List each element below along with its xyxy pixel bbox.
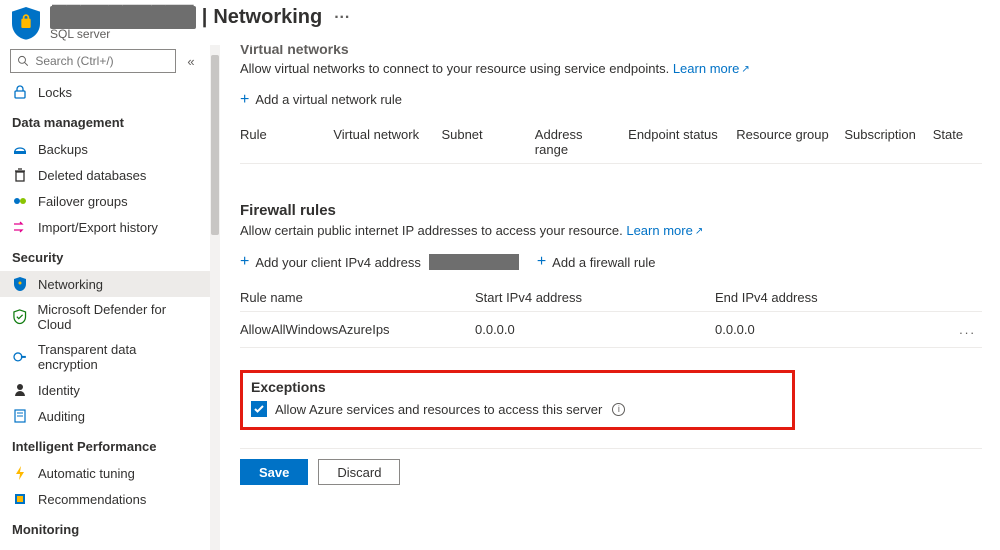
sidebar-item-label: Failover groups (38, 194, 128, 209)
sidebar-item-label: Microsoft Defender for Cloud (37, 302, 198, 332)
vnet-section-desc: Allow virtual networks to connect to you… (240, 61, 982, 76)
search-icon (17, 54, 29, 68)
sidebar-item-label: Import/Export history (38, 220, 158, 235)
sidebar-item-label: Transparent data encryption (38, 342, 198, 372)
section-security: Security (0, 240, 210, 271)
rule-name-cell: AllowAllWindowsAzureIps (240, 322, 475, 337)
bolt-icon (12, 465, 28, 481)
allow-azure-services-checkbox[interactable] (251, 401, 267, 417)
plus-icon: + (240, 255, 249, 269)
add-client-ip-button[interactable]: + Add your client IPv4 address (240, 254, 519, 270)
sidebar-item-identity[interactable]: Identity (0, 377, 210, 403)
sidebar-item-locks[interactable]: Locks (0, 79, 210, 105)
vnet-table-header: Rule Virtual network Subnet Address rang… (240, 121, 982, 164)
scrollbar-thumb[interactable] (211, 55, 219, 235)
discard-button[interactable]: Discard (318, 459, 400, 485)
external-link-icon: ↗ (695, 226, 703, 237)
sidebar-item-label: Auditing (38, 409, 85, 424)
plus-icon: + (240, 93, 249, 107)
sql-server-shield-icon (12, 9, 40, 39)
import-export-icon (12, 219, 28, 235)
exceptions-section: Exceptions Allow Azure services and reso… (240, 370, 795, 430)
sidebar-item-label: Locks (38, 85, 72, 100)
sidebar-nav: Locks Data management Backups Deleted da… (0, 79, 210, 550)
trash-icon (12, 167, 28, 183)
exceptions-title: Exceptions (251, 379, 784, 395)
vnet-learn-more-link[interactable]: Learn more↗ (673, 61, 750, 76)
sidebar-item-label: Deleted databases (38, 168, 146, 183)
row-more-button[interactable]: ... (959, 322, 982, 337)
firewall-section-title: Firewall rules (240, 202, 982, 219)
info-icon[interactable]: i (612, 403, 625, 416)
auditing-icon (12, 408, 28, 424)
footer-bar: Save Discard (240, 448, 982, 485)
failover-icon (12, 193, 28, 209)
plus-icon: + (537, 255, 546, 269)
sidebar-item-backups[interactable]: Backups (0, 136, 210, 162)
sidebar-item-networking[interactable]: Networking (0, 271, 210, 297)
identity-icon (12, 382, 28, 398)
collapse-sidebar-button[interactable]: « (182, 54, 200, 69)
networking-shield-icon (12, 276, 28, 292)
section-intelligent-performance: Intelligent Performance (0, 429, 210, 460)
lock-icon (12, 84, 28, 100)
page-title: Networking (213, 6, 322, 29)
sidebar-scrollbar[interactable] (210, 45, 220, 550)
sidebar-item-tde[interactable]: Transparent data encryption (0, 337, 210, 377)
sidebar-search[interactable] (10, 49, 176, 73)
section-data-management: Data management (0, 105, 210, 136)
sidebar-item-deleted-databases[interactable]: Deleted databases (0, 162, 210, 188)
sidebar-item-label: Recommendations (38, 492, 146, 507)
vnet-section-title: Virtual networks (240, 45, 982, 57)
firewall-table-row: AllowAllWindowsAzureIps 0.0.0.0 0.0.0.0 … (240, 312, 982, 348)
sidebar-item-label: Automatic tuning (38, 466, 135, 481)
sidebar-item-label: Backups (38, 142, 88, 157)
client-ip-redacted (429, 254, 519, 270)
sidebar-item-recommendations[interactable]: Recommendations (0, 486, 210, 512)
defender-shield-icon (12, 309, 27, 325)
sidebar-item-import-export[interactable]: Import/Export history (0, 214, 210, 240)
firewall-learn-more-link[interactable]: Learn more↗ (626, 223, 703, 238)
firewall-section-desc: Allow certain public internet IP address… (240, 223, 982, 238)
resource-type-subtitle: SQL server (50, 27, 350, 41)
title-more-button[interactable]: ··· (334, 9, 350, 27)
sidebar: « Locks Data management Backups Deleted … (0, 45, 210, 550)
start-ip-cell: 0.0.0.0 (475, 322, 715, 337)
server-name-redacted: ██████████ (50, 6, 196, 29)
sidebar-item-auditing[interactable]: Auditing (0, 403, 210, 429)
allow-azure-services-label: Allow Azure services and resources to ac… (275, 402, 602, 417)
main-content: Virtual networks Allow virtual networks … (220, 45, 1000, 550)
end-ip-cell: 0.0.0.0 (715, 322, 915, 337)
title-separator: | (202, 6, 208, 29)
sidebar-item-failover-groups[interactable]: Failover groups (0, 188, 210, 214)
recommendations-icon (12, 491, 28, 507)
add-firewall-rule-button[interactable]: + Add a firewall rule (537, 255, 656, 270)
sidebar-item-defender[interactable]: Microsoft Defender for Cloud (0, 297, 210, 337)
sidebar-item-auto-tuning[interactable]: Automatic tuning (0, 460, 210, 486)
encryption-icon (12, 349, 28, 365)
sidebar-item-label: Identity (38, 383, 80, 398)
backups-icon (12, 141, 28, 157)
check-icon (253, 403, 265, 415)
sidebar-item-label: Networking (38, 277, 103, 292)
section-monitoring: Monitoring (0, 512, 210, 543)
external-link-icon: ↗ (741, 64, 749, 75)
add-vnet-rule-button[interactable]: + Add a virtual network rule (240, 92, 402, 107)
search-input[interactable] (35, 54, 169, 68)
page-header: ██████████ | Networking ··· SQL server (0, 0, 1000, 45)
save-button[interactable]: Save (240, 459, 308, 485)
firewall-table-header: Rule name Start IPv4 address End IPv4 ad… (240, 284, 982, 312)
